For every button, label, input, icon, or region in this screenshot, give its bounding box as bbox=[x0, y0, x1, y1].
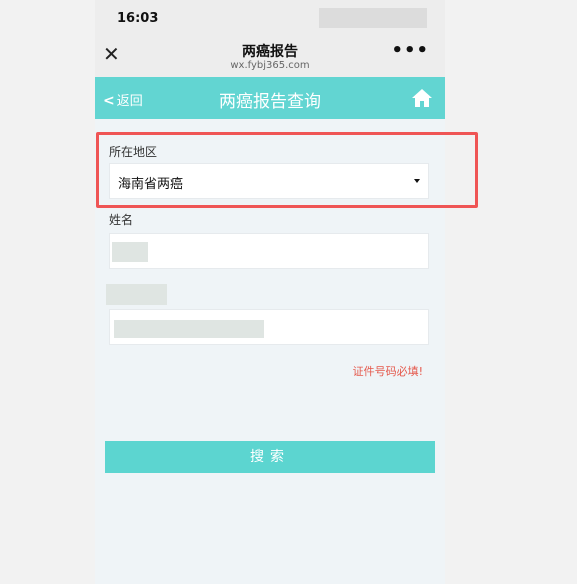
app-header: < 返回 两癌报告查询 bbox=[95, 77, 445, 119]
name-input[interactable] bbox=[109, 233, 429, 269]
status-time: 16:03 bbox=[117, 11, 159, 26]
home-icon[interactable] bbox=[411, 88, 433, 108]
wechat-url: wx.fybj365.com bbox=[230, 60, 310, 71]
status-bar: 16:03 bbox=[95, 0, 445, 38]
highlight-box bbox=[96, 132, 478, 208]
status-icons-blurred bbox=[319, 8, 427, 28]
name-label: 姓名 bbox=[109, 213, 134, 227]
page-title: 两癌报告查询 bbox=[219, 92, 321, 112]
wechat-nav-bar: ✕ 两癌报告 wx.fybj365.com ••• bbox=[95, 38, 445, 76]
more-icon[interactable]: ••• bbox=[391, 40, 429, 61]
id-error-message: 证件号码必填! bbox=[352, 365, 423, 378]
search-button[interactable]: 搜索 bbox=[105, 441, 435, 473]
name-value-blurred bbox=[112, 242, 148, 262]
id-number-input[interactable] bbox=[109, 309, 429, 345]
id-type-label-blurred bbox=[106, 284, 167, 305]
phone-screen: 16:03 ✕ 两癌报告 wx.fybj365.com ••• < 返回 两癌报告… bbox=[95, 0, 445, 584]
id-value-blurred bbox=[114, 320, 264, 338]
